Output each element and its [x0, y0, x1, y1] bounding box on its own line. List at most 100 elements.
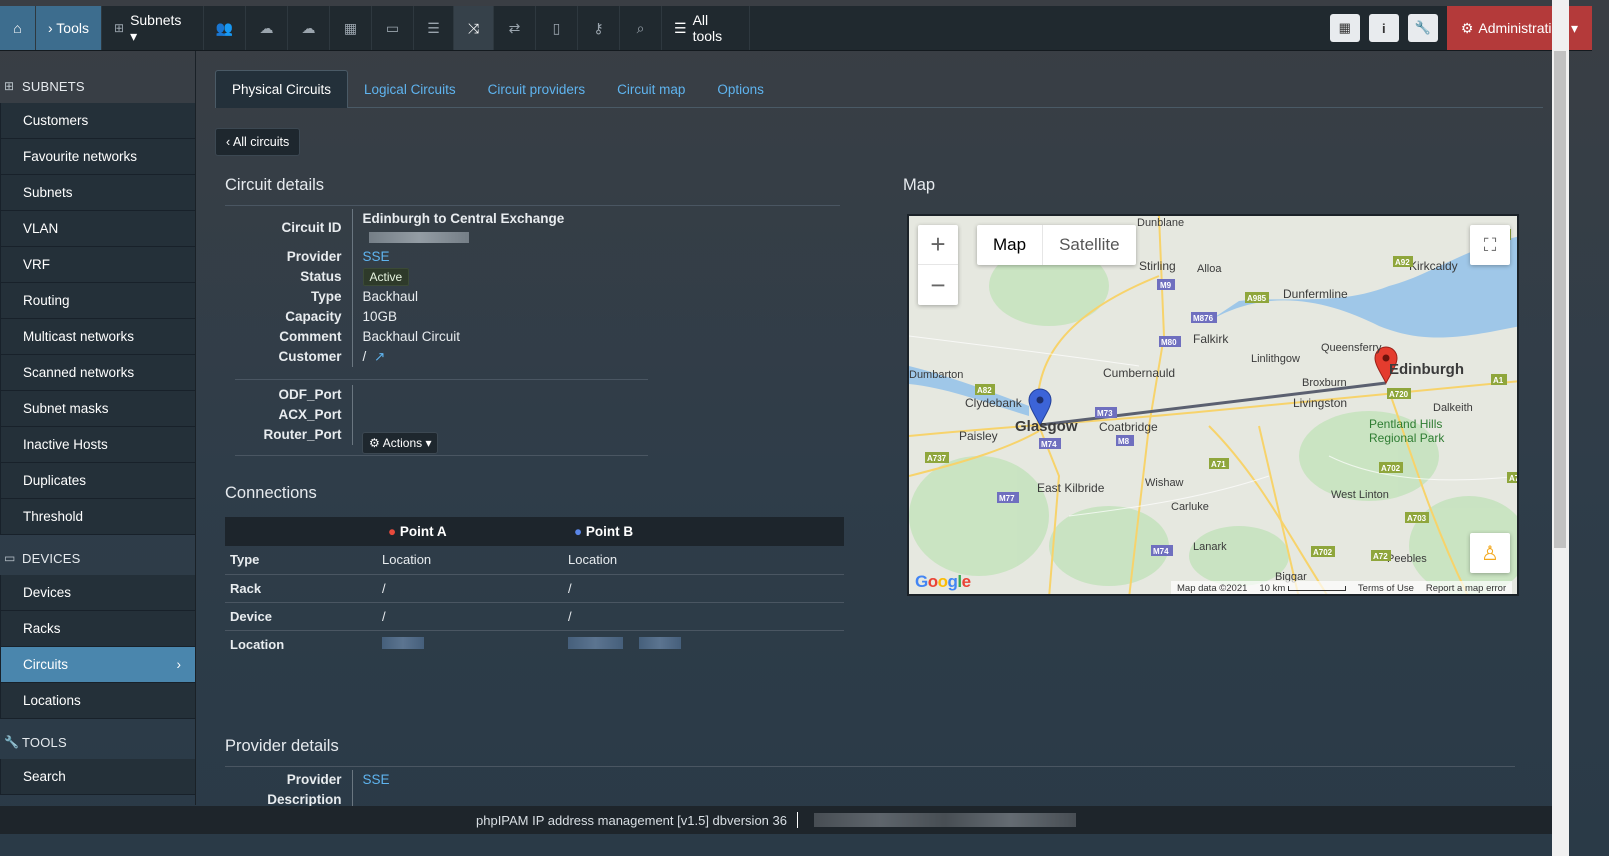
- map-label-livingston: Livingston: [1293, 396, 1347, 410]
- point-a-value: /: [382, 602, 568, 631]
- desktop-icon[interactable]: ▭: [372, 6, 414, 50]
- sidebar-item-subnet-masks[interactable]: Subnet masks: [0, 391, 195, 427]
- gear-icon: ⚙: [1460, 19, 1474, 36]
- provider-link[interactable]: SSE: [363, 772, 390, 787]
- fullscreen-icon[interactable]: ⛶: [1470, 225, 1510, 265]
- map-label-clydebank: Clydebank: [965, 396, 1023, 410]
- sidebar-item-scanned-networks[interactable]: Scanned networks: [0, 355, 195, 391]
- sidebar-item-vrf[interactable]: VRF: [0, 247, 195, 283]
- point-b-value: Location: [568, 546, 844, 575]
- home-button[interactable]: ⌂: [0, 6, 36, 50]
- map-marker-icon: ●: [388, 524, 397, 539]
- google-map[interactable]: Glasgow Edinburgh Stirling Alloa Dunblan…: [907, 214, 1519, 596]
- sidebar-section-label: DEVICES: [22, 550, 81, 566]
- zoom-in-button[interactable]: +: [918, 225, 958, 265]
- svg-text:M876: M876: [1193, 314, 1214, 323]
- svg-text:A737: A737: [927, 454, 947, 463]
- sidebar-item-search[interactable]: Search: [0, 759, 195, 795]
- wrench-icon[interactable]: 🔧: [1407, 14, 1438, 42]
- redacted-text: [638, 636, 681, 649]
- circuit-id-value: Edinburgh to Central Exchange: [362, 211, 565, 226]
- sidebar-item-threshold[interactable]: Threshold: [0, 499, 195, 535]
- map-type-satellite-button[interactable]: Satellite: [1042, 225, 1135, 265]
- scrollbar-thumb[interactable]: [1554, 51, 1566, 548]
- map-report-link[interactable]: Report a map error: [1426, 583, 1506, 594]
- table-row: Rack / /: [225, 574, 844, 603]
- map-label-east-kilbride: East Kilbride: [1037, 481, 1105, 495]
- map-label-dalkeith: Dalkeith: [1433, 402, 1473, 414]
- tab-logical-circuits[interactable]: Logical Circuits: [348, 70, 472, 108]
- list-icon[interactable]: ☰: [414, 6, 454, 50]
- map-label-lanark: Lanark: [1193, 541, 1227, 553]
- point-b-value: /: [568, 574, 844, 603]
- customer-value: /: [362, 349, 367, 364]
- sidebar-item-inactive-hosts[interactable]: Inactive Hosts: [0, 427, 195, 463]
- map-terms-link[interactable]: Terms of Use: [1358, 583, 1414, 594]
- sidebar-item-duplicates[interactable]: Duplicates: [0, 463, 195, 499]
- sidebar-item-racks[interactable]: Racks: [0, 611, 195, 647]
- map-label-pentland: Pentland Hills: [1369, 417, 1442, 431]
- tab-physical-circuits[interactable]: Physical Circuits: [215, 70, 349, 108]
- google-logo: Google: [915, 572, 971, 591]
- divider: [225, 205, 840, 206]
- users-icon[interactable]: 👥: [204, 6, 246, 50]
- chevron-right-icon: ›: [176, 657, 182, 672]
- info-icon[interactable]: i: [1368, 14, 1399, 42]
- zoom-control: + −: [918, 225, 958, 305]
- tab-circuit-providers[interactable]: Circuit providers: [472, 70, 602, 108]
- map-label-falkirk: Falkirk: [1193, 332, 1229, 346]
- sidebar-item-favourite-networks[interactable]: Favourite networks: [0, 139, 195, 175]
- svg-text:M80: M80: [1161, 338, 1177, 347]
- sidebar-item-vlan[interactable]: VLAN: [0, 211, 195, 247]
- footer-version-text: phpIPAM IP address management [v1.5] dbv…: [476, 812, 787, 828]
- tab-circuit-map[interactable]: Circuit map: [601, 70, 701, 108]
- sidebar-item-subnets[interactable]: Subnets: [0, 175, 195, 211]
- sidebar-item-routing[interactable]: Routing: [0, 283, 195, 319]
- all-tools-button[interactable]: ☰ All tools: [662, 6, 750, 50]
- sidebar-item-circuits[interactable]: Circuits ›: [0, 647, 195, 683]
- redacted-text: [368, 231, 469, 243]
- map-label-alloa: Alloa: [1197, 263, 1222, 275]
- provider-link[interactable]: SSE: [363, 249, 390, 264]
- divider: [796, 812, 798, 828]
- map-label-cumbernauld: Cumbernauld: [1103, 366, 1175, 380]
- map-heading: Map: [903, 176, 936, 194]
- key-icon[interactable]: ⚷: [578, 6, 620, 50]
- redacted-text: [382, 636, 424, 649]
- search-icon[interactable]: ⌕: [620, 6, 662, 50]
- shuffle-icon[interactable]: ⤨: [454, 6, 494, 50]
- svg-text:A92: A92: [1395, 258, 1410, 267]
- street-view-pegman-icon[interactable]: ♙: [1470, 533, 1510, 573]
- sidebar-item-label: Circuits: [23, 657, 69, 672]
- map-outline-icon[interactable]: ▯: [536, 6, 578, 50]
- svg-text:A72: A72: [1373, 552, 1388, 561]
- map-type-map-button[interactable]: Map: [977, 225, 1042, 265]
- dashboard-icon[interactable]: ▦: [1329, 14, 1360, 42]
- capacity-value: 10GB: [362, 309, 398, 324]
- point-a-label: Point A: [399, 524, 447, 539]
- cloud-icon[interactable]: ☁: [288, 6, 330, 50]
- sidebar-item-devices[interactable]: Devices: [0, 575, 195, 611]
- all-circuits-button[interactable]: ‹ All circuits: [215, 128, 301, 156]
- map-canvas[interactable]: Glasgow Edinburgh Stirling Alloa Dunblan…: [909, 216, 1519, 596]
- point-b-header: ● Point B: [568, 517, 844, 546]
- map-label-kirkcaldy: Kirkcaldy: [1409, 259, 1458, 273]
- zoom-out-button[interactable]: −: [918, 265, 958, 305]
- external-link-icon[interactable]: ↗: [374, 349, 385, 364]
- map-label-edinburgh: Edinburgh: [1389, 361, 1464, 378]
- map-label-regional-park: Regional Park: [1369, 431, 1445, 445]
- svg-text:A720: A720: [1389, 390, 1409, 399]
- svg-text:A7: A7: [1509, 474, 1519, 483]
- sidebar-item-customers[interactable]: Customers: [0, 103, 195, 139]
- tools-button[interactable]: › Tools: [36, 6, 102, 50]
- actions-button[interactable]: ⚙ Actions ▾: [362, 432, 439, 454]
- sidebar-item-multicast-networks[interactable]: Multicast networks: [0, 319, 195, 355]
- administration-menu-button[interactable]: ⚙ Administration ▾: [1446, 6, 1592, 50]
- sitemap-icon: ⊞: [114, 21, 125, 35]
- tab-options[interactable]: Options: [701, 70, 780, 108]
- map-icon[interactable]: ▦: [330, 6, 372, 50]
- exchange-icon[interactable]: ⇄: [494, 6, 536, 50]
- subnets-menu-button[interactable]: ⊞ Subnets ▾: [102, 6, 204, 50]
- cloud-icon[interactable]: ☁: [246, 6, 288, 50]
- sidebar-item-locations[interactable]: Locations: [0, 683, 195, 719]
